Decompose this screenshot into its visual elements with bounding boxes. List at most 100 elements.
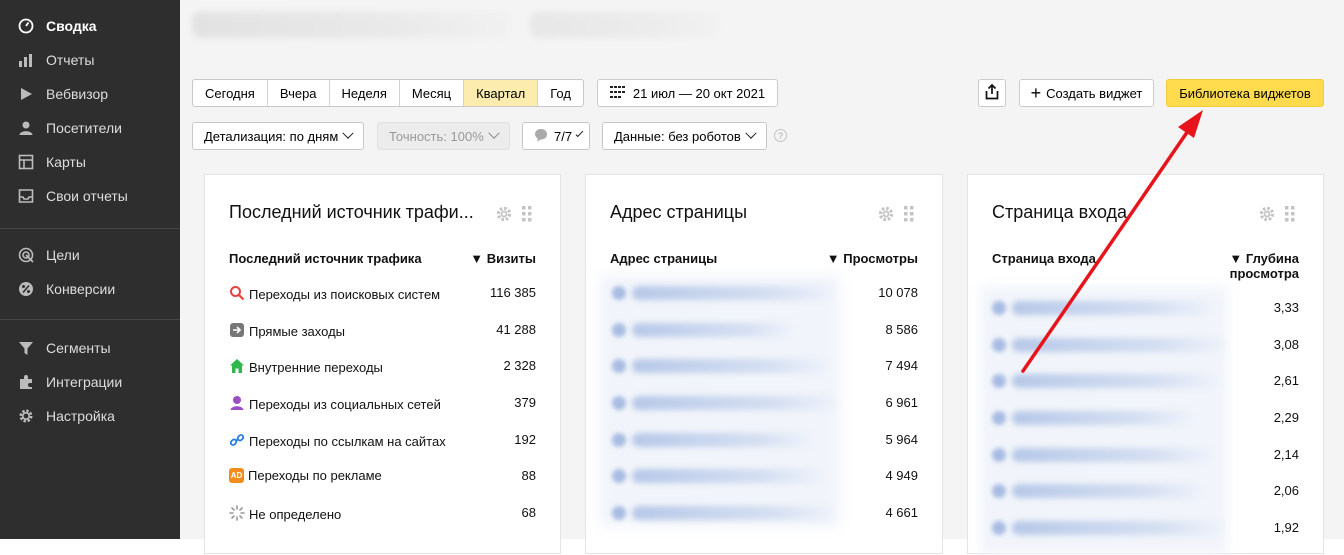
table-row[interactable]: Переходы по ссылкам на сайтах (229, 432, 446, 451)
column-header-depth[interactable]: ▼ Глубина просмотра (1229, 251, 1299, 281)
row-value: 2,14 (1273, 447, 1299, 462)
row-value: 192 (514, 432, 536, 447)
period-week[interactable]: Неделя (330, 80, 400, 106)
sidebar-item-label: Сегменты (46, 340, 111, 356)
blurred-favicon (992, 411, 1006, 425)
chevron-down-icon (488, 127, 500, 139)
row-value: 41 288 (496, 322, 536, 337)
sidebar-item-segments[interactable]: Сегменты (0, 333, 180, 363)
blurred-url[interactable] (632, 359, 827, 373)
column-header-source[interactable]: Последний источник трафика (229, 251, 422, 266)
sidebar-item-visitors[interactable]: Посетители (0, 113, 180, 143)
drag-handle-icon[interactable] (522, 206, 532, 227)
drag-handle-icon[interactable] (904, 206, 914, 227)
column-header-views[interactable]: ▼ Просмотры (827, 251, 918, 266)
column-header-entry-page[interactable]: Страница входа (992, 251, 1096, 266)
comment-icon (534, 128, 548, 145)
blurred-favicon (612, 433, 626, 447)
blurred-favicon (992, 338, 1006, 352)
blurred-url[interactable] (1012, 411, 1192, 425)
gear-icon[interactable] (495, 205, 513, 228)
column-header-visits[interactable]: ▼ Визиты (470, 251, 536, 266)
table-row[interactable]: Переходы из поисковых систем (229, 285, 440, 304)
blurred-favicon (612, 286, 626, 300)
period-year[interactable]: Год (538, 80, 583, 106)
widget-library-label: Библиотека виджетов (1179, 85, 1311, 101)
gear-icon[interactable] (1258, 205, 1276, 228)
blurred-counter-name (192, 12, 510, 38)
blurred-url[interactable] (1012, 338, 1224, 352)
data-dropdown[interactable]: Данные: без роботов (602, 122, 767, 150)
table-row[interactable]: Внутренние переходы (229, 358, 383, 377)
widget-page-address: Адрес страницы Адрес страницы ▼ Просмотр… (585, 174, 943, 554)
blurred-favicon (992, 521, 1006, 535)
sidebar-item-conversions[interactable]: Конверсии (0, 274, 180, 304)
puzzle-icon (15, 374, 37, 390)
chevron-down-icon (575, 129, 584, 138)
period-month[interactable]: Месяц (400, 80, 465, 106)
blurred-favicon (992, 301, 1006, 315)
sidebar-item-maps[interactable]: Карты (0, 147, 180, 177)
sidebar-divider (0, 319, 180, 320)
sidebar-item-webvisor[interactable]: Вебвизор (0, 79, 180, 109)
period-today[interactable]: Сегодня (193, 80, 268, 106)
create-widget-button[interactable]: + Создать виджет (1019, 79, 1154, 107)
date-range-button[interactable]: 21 июл — 20 окт 2021 (597, 79, 778, 107)
bar-chart-icon (15, 52, 37, 68)
sidebar-item-summary[interactable]: Сводка (0, 11, 180, 41)
plus-icon: + (1030, 83, 1042, 103)
blurred-url[interactable] (632, 323, 792, 337)
period-quarter[interactable]: Квартал (464, 80, 539, 106)
widget-entry-page: Страница входа Страница входа ▼ Глубина … (967, 174, 1324, 555)
drag-handle-icon[interactable] (1285, 206, 1295, 227)
map-icon (15, 154, 37, 170)
sidebar-item-custom-reports[interactable]: Свои отчеты (0, 181, 180, 211)
arrow-right-icon (229, 322, 245, 341)
goals-dropdown[interactable]: 7/7 (522, 122, 590, 150)
blurred-favicon (992, 374, 1006, 388)
row-label: Внутренние переходы (249, 360, 383, 375)
blurred-url[interactable] (1012, 374, 1218, 388)
search-icon (229, 285, 245, 304)
blurred-url[interactable] (1012, 521, 1222, 535)
sidebar-item-label: Карты (46, 154, 86, 170)
gear-icon[interactable] (877, 205, 895, 228)
spinner-icon (229, 505, 245, 524)
sidebar-item-goals[interactable]: Цели (0, 240, 180, 270)
sidebar-item-integrations[interactable]: Интеграции (0, 367, 180, 397)
blurred-url[interactable] (632, 396, 837, 410)
widget-title: Адрес страницы (610, 202, 748, 222)
row-value: 379 (514, 395, 536, 410)
sidebar-item-settings[interactable]: Настройка (0, 401, 180, 431)
goals-label: 7/7 (554, 128, 573, 144)
export-button[interactable] (978, 79, 1006, 107)
widget-library-button[interactable]: Библиотека виджетов (1166, 79, 1324, 107)
blurred-url[interactable] (1012, 484, 1202, 498)
sidebar-divider (0, 228, 180, 229)
sidebar-item-label: Отчеты (46, 52, 95, 68)
row-label: Не определено (249, 507, 342, 522)
row-value: 3,08 (1273, 337, 1299, 352)
table-row[interactable]: Переходы из социальных сетей (229, 395, 441, 414)
blurred-url[interactable] (632, 469, 822, 483)
table-row[interactable]: Не определено (229, 505, 341, 524)
help-icon[interactable]: ? (774, 129, 787, 142)
detail-dropdown[interactable]: Детализация: по дням (192, 122, 364, 150)
column-header-page[interactable]: Адрес страницы (610, 251, 717, 266)
row-value: 4 661 (885, 505, 918, 520)
row-value: 2 328 (503, 358, 536, 373)
blurred-url[interactable] (632, 506, 832, 520)
sidebar-item-reports[interactable]: Отчеты (0, 45, 180, 75)
blurred-url[interactable] (1012, 301, 1212, 315)
blurred-url[interactable] (632, 433, 812, 447)
widget-title: Страница входа (992, 202, 1128, 222)
table-row[interactable]: Прямые заходы (229, 322, 345, 341)
widget-tools (495, 205, 532, 228)
blurred-url[interactable] (1012, 448, 1212, 462)
blurred-url[interactable] (632, 286, 832, 300)
period-yesterday[interactable]: Вчера (268, 80, 330, 106)
gauge-icon (15, 18, 37, 34)
table-row[interactable]: AD Переходы по рекламе (229, 468, 382, 483)
play-icon (15, 86, 37, 102)
blurred-favicon (992, 448, 1006, 462)
